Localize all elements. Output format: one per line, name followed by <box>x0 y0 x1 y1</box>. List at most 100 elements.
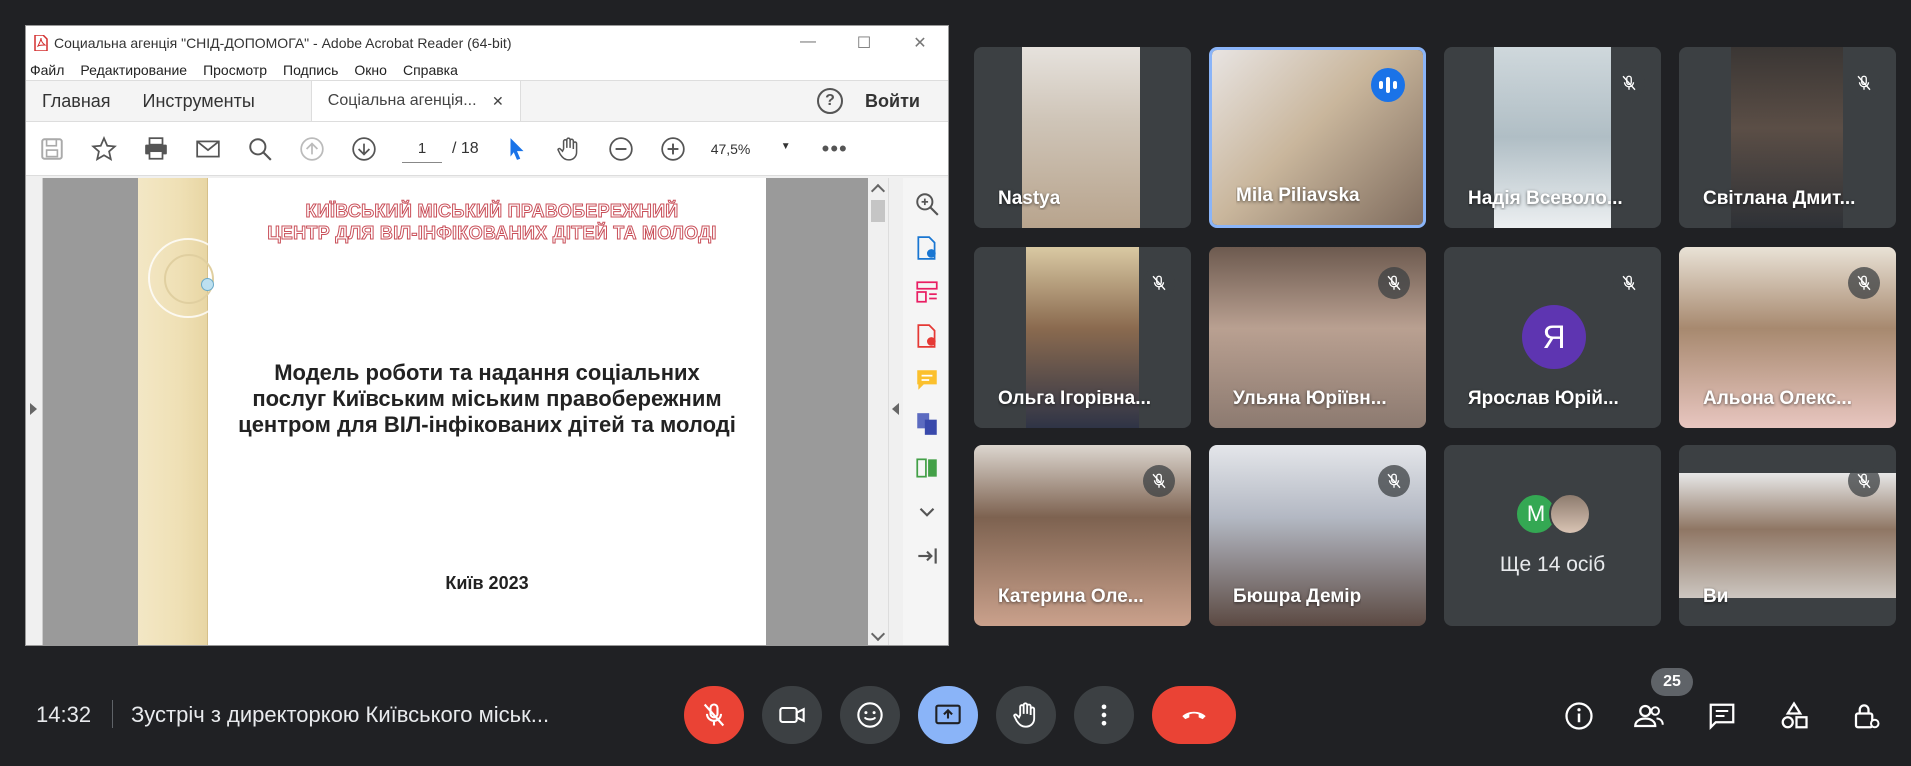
info-icon <box>1565 702 1593 730</box>
menu-sign[interactable]: Подпись <box>283 62 338 78</box>
emoji-icon <box>857 702 883 728</box>
participant-tile[interactable]: Ольга Ігорівна... <box>974 247 1191 428</box>
people-count-badge: 25 <box>1651 668 1693 696</box>
comment-icon[interactable] <box>913 366 941 394</box>
close-tab-icon[interactable]: ✕ <box>492 93 504 110</box>
speaking-indicator-icon <box>1371 68 1405 102</box>
mic-off-icon <box>1613 67 1645 99</box>
mic-toggle-button[interactable] <box>684 686 744 744</box>
participant-name: Ви <box>1703 586 1729 607</box>
tab-document[interactable]: Соціальна агенція... ✕ <box>310 81 521 121</box>
more-options-button[interactable] <box>1074 686 1134 744</box>
pdf-page: КИЇВСЬКИЙ МІСЬКИЙ ПРАВОБЕРЕЖНИЙ ЦЕНТР ДЛ… <box>138 178 766 645</box>
organize-pages-icon[interactable] <box>913 278 941 306</box>
prev-page-icon[interactable] <box>298 135 326 163</box>
zoom-out-icon[interactable] <box>607 135 635 163</box>
self-view-tile[interactable]: Ви <box>1679 445 1896 626</box>
pdf-icon <box>34 34 48 51</box>
participant-tile[interactable]: Катерина Оле... <box>974 445 1191 626</box>
raise-hand-button[interactable] <box>996 686 1056 744</box>
people-icon <box>1634 704 1664 728</box>
participant-tile[interactable]: Я Ярослав Юрій... <box>1444 247 1661 428</box>
scroll-up-icon[interactable] <box>870 183 886 199</box>
camera-toggle-button[interactable] <box>762 686 822 744</box>
more-participants-label: Ще 14 осіб <box>1499 553 1606 576</box>
lock-person-icon <box>1854 704 1880 729</box>
menu-file[interactable]: Файл <box>30 62 64 78</box>
select-cursor-icon[interactable] <box>503 135 531 163</box>
star-icon[interactable] <box>90 135 118 163</box>
participant-tile[interactable]: Надія Всеволо... <box>1444 47 1661 228</box>
zoom-select[interactable]: 47,5% ▼ <box>711 141 791 157</box>
scroll-down-icon[interactable] <box>870 626 886 642</box>
menu-help[interactable]: Справка <box>403 62 458 78</box>
participant-tile[interactable]: Світлана Дмит... <box>1679 47 1896 228</box>
page-total: / 18 <box>452 139 479 157</box>
zoom-in-icon[interactable] <box>659 135 687 163</box>
participant-tile[interactable]: Ульяна Юріївн... <box>1209 247 1426 428</box>
menu-view[interactable]: Просмотр <box>203 62 267 78</box>
export-pdf-icon[interactable] <box>913 234 941 262</box>
compare-icon[interactable] <box>913 454 941 482</box>
leave-call-button[interactable] <box>1152 686 1236 744</box>
combine-files-icon[interactable] <box>913 410 941 438</box>
vertical-scrollbar[interactable] <box>868 178 888 645</box>
scroll-thumb[interactable] <box>871 200 885 222</box>
avatar: Я <box>1522 305 1586 369</box>
collapse-pane-icon[interactable] <box>913 542 941 570</box>
mic-off-icon <box>1848 67 1880 99</box>
close-icon[interactable]: ✕ <box>892 33 948 53</box>
save-icon[interactable] <box>38 135 66 163</box>
host-controls-button[interactable] <box>1848 698 1884 734</box>
maximize-icon[interactable]: ☐ <box>836 33 892 53</box>
mail-icon[interactable] <box>194 135 222 163</box>
expand-right-icon <box>30 403 37 415</box>
present-screen-button[interactable] <box>918 686 978 744</box>
mic-off-icon <box>1143 465 1175 497</box>
tab-home[interactable]: Главная <box>26 81 127 121</box>
participant-name: Ульяна Юріївн... <box>1233 388 1387 409</box>
create-pdf-icon[interactable] <box>913 322 941 350</box>
menu-edit[interactable]: Редактирование <box>80 62 187 78</box>
people-button[interactable] <box>1631 698 1667 734</box>
more-participants-tile[interactable]: M Ще 14 осіб <box>1444 445 1661 626</box>
participant-name: Альона Олекс... <box>1703 388 1852 409</box>
mic-off-icon <box>1848 267 1880 299</box>
meeting-title: Зустріч з директоркою Київського міськ..… <box>131 702 550 727</box>
menu-window[interactable]: Окно <box>354 62 387 78</box>
tab-tools[interactable]: Инструменты <box>127 81 271 121</box>
right-panel-toggle[interactable] <box>888 178 903 645</box>
minimize-icon[interactable]: — <box>780 33 836 53</box>
left-panel-toggle[interactable] <box>26 178 43 645</box>
participant-tile[interactable]: Альона Олекс... <box>1679 247 1896 428</box>
search-icon[interactable] <box>246 135 274 163</box>
hand-icon <box>1013 702 1036 728</box>
meeting-details-button[interactable] <box>1561 698 1597 734</box>
window-title: Социальна агенція "СНІД-ДОПОМОГА" - Adob… <box>54 34 512 51</box>
participant-name: Світлана Дмит... <box>1703 188 1856 209</box>
participant-name: Mila Piliavska <box>1236 185 1360 206</box>
activities-button[interactable] <box>1776 698 1812 734</box>
next-page-icon[interactable] <box>350 135 378 163</box>
participant-tile[interactable]: Бюшра Демір <box>1209 445 1426 626</box>
mic-off-icon <box>1378 267 1410 299</box>
hand-icon[interactable] <box>555 135 583 163</box>
login-button[interactable]: Войти <box>865 91 920 112</box>
expand-tools-icon[interactable] <box>913 498 941 526</box>
tab-document-label: Соціальна агенція... <box>327 92 477 109</box>
participant-name: Nastya <box>998 188 1061 209</box>
document-city: Київ 2023 <box>445 573 529 593</box>
zoom-value: 47,5% <box>710 140 751 157</box>
help-icon[interactable]: ? <box>817 88 844 114</box>
reactions-button[interactable] <box>840 686 900 744</box>
zoom-tool-icon[interactable] <box>913 190 941 218</box>
chat-button[interactable] <box>1704 698 1740 734</box>
participant-name: Ярослав Юрій... <box>1468 388 1619 409</box>
participant-tile-speaking[interactable]: Mila Piliavska <box>1209 47 1426 228</box>
participant-tile[interactable]: Nastya <box>974 47 1191 228</box>
participant-name: Надія Всеволо... <box>1468 188 1623 209</box>
more-options-icon[interactable]: ••• <box>821 135 849 163</box>
meeting-time: 14:32 <box>36 702 92 727</box>
page-number-input[interactable]: 1 <box>402 135 442 163</box>
print-icon[interactable] <box>142 135 170 163</box>
